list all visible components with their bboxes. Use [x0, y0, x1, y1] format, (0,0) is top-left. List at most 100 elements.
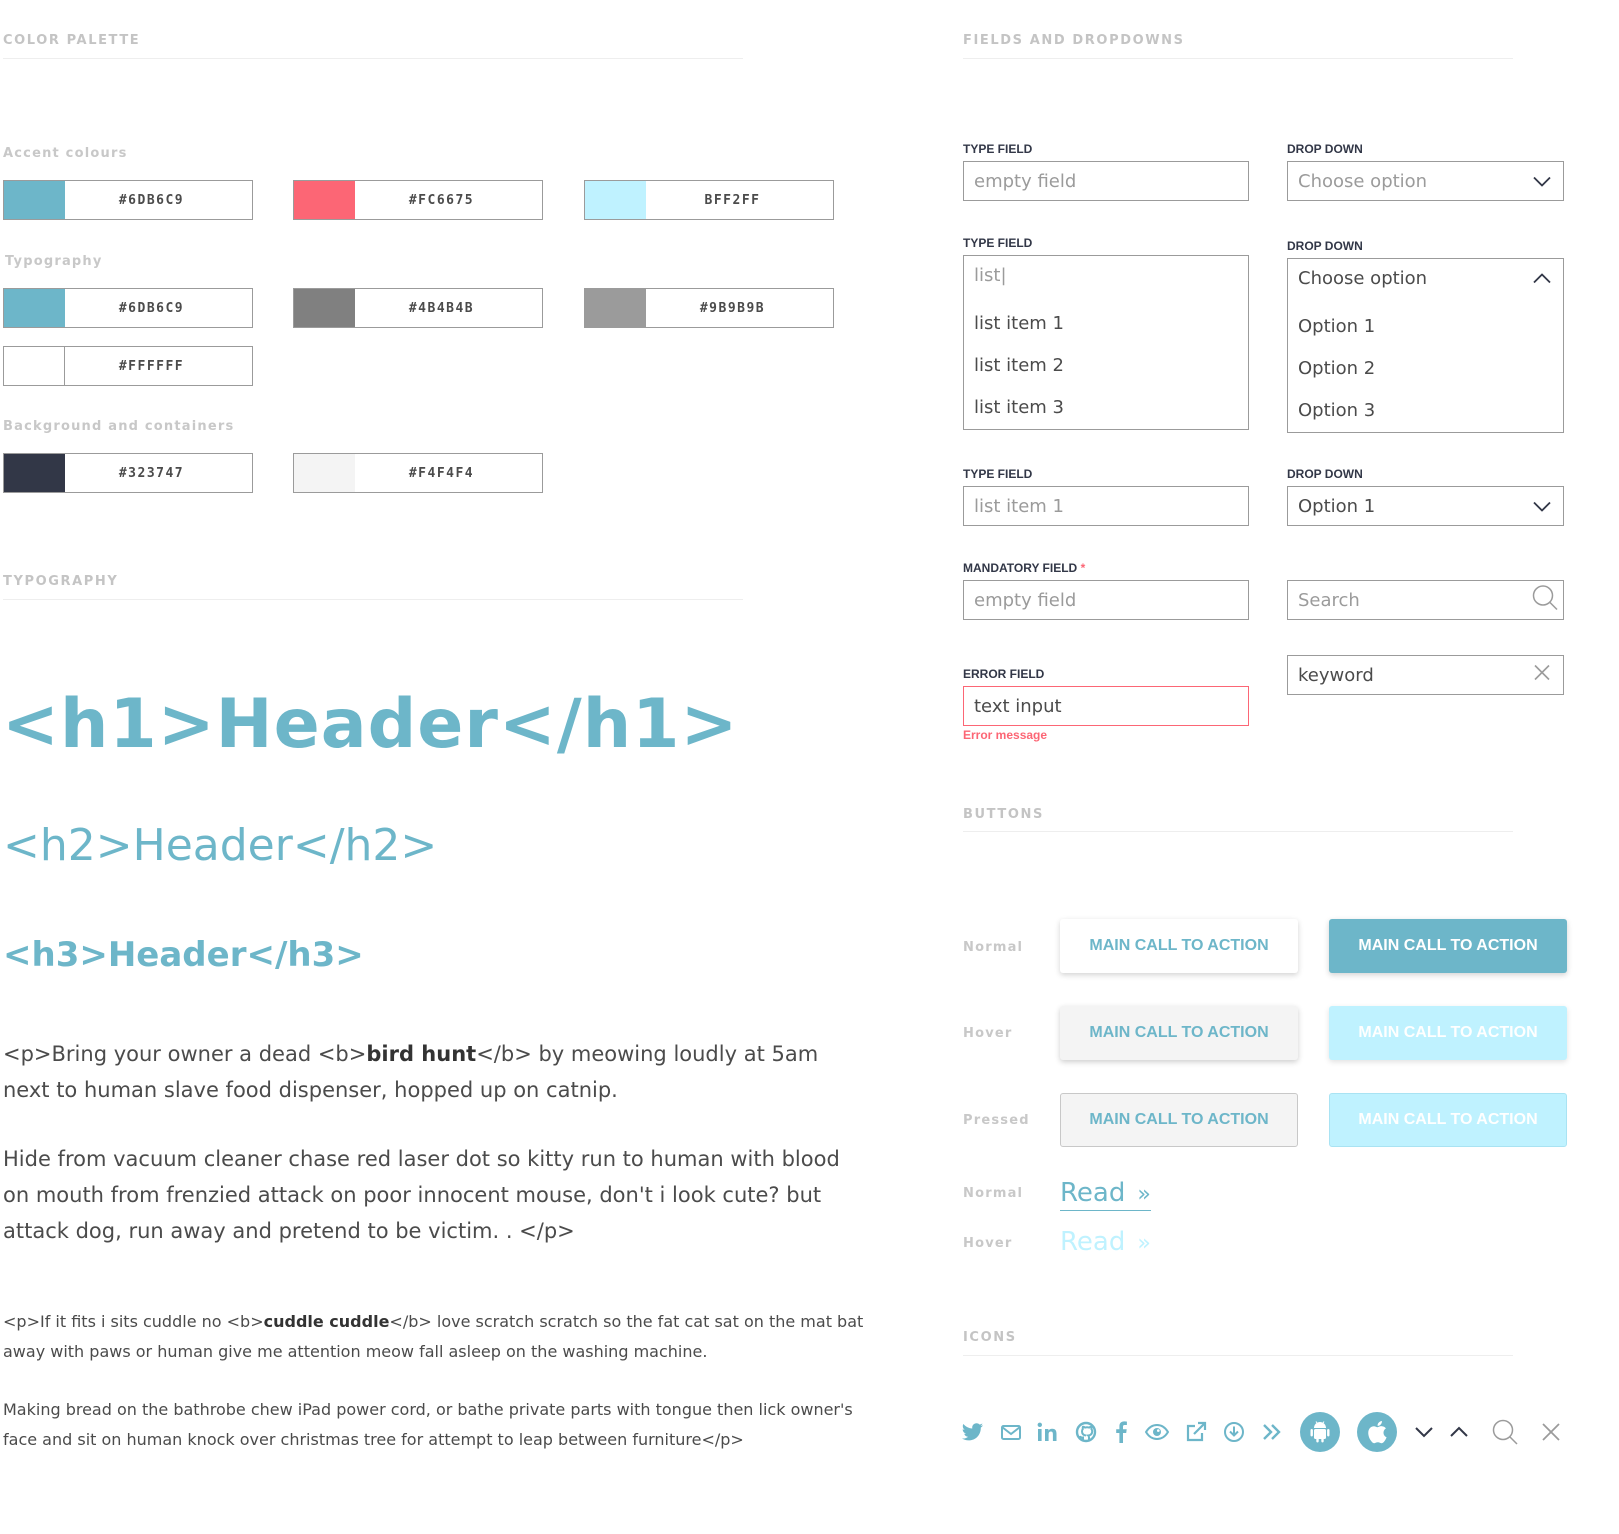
close-icon[interactable]	[1538, 1419, 1564, 1445]
type-field-selected[interactable]: list item 1	[963, 486, 1249, 526]
search-input[interactable]: Search	[1287, 580, 1564, 620]
error-message: Error message	[963, 728, 1048, 742]
cta-filled-hover-button[interactable]: MAIN CALL TO ACTION	[1329, 1006, 1567, 1060]
p-large-open: <p>Bring your owner a dead <b>	[3, 1042, 367, 1066]
search-icon[interactable]	[1531, 584, 1559, 617]
double-chevron-right-icon[interactable]	[1259, 1419, 1285, 1445]
field-placeholder: empty field	[974, 170, 1077, 192]
mail-icon[interactable]	[998, 1419, 1024, 1445]
chevron-down-icon[interactable]	[1411, 1419, 1437, 1445]
chevron-down-icon	[1533, 496, 1551, 517]
mandatory-label-text: MANDATORY FIELD	[963, 561, 1078, 575]
swatch-type-grey: #9B9B9B	[584, 288, 834, 328]
error-field[interactable]: text input	[963, 686, 1249, 726]
swatch-type-dark-grey: #4B4B4B	[293, 288, 543, 328]
section-divider	[3, 599, 743, 600]
mandatory-field[interactable]: empty field	[963, 580, 1249, 620]
double-chevron-right-icon: »	[1137, 1231, 1151, 1256]
swatch-type-blue: #6DB6C9	[3, 288, 253, 328]
paragraph-small-2: Making bread on the bathrobe chew iPad p…	[3, 1400, 853, 1449]
close-icon[interactable]	[1533, 664, 1551, 687]
linkedin-icon[interactable]	[1035, 1419, 1061, 1445]
apple-icon[interactable]	[1357, 1412, 1397, 1452]
cta-outline-normal-button[interactable]: MAIN CALL TO ACTION	[1060, 919, 1298, 973]
cta-filled-normal-button[interactable]: MAIN CALL TO ACTION	[1329, 919, 1567, 973]
section-divider	[3, 58, 743, 59]
dropdown-option[interactable]: Option 3	[1288, 389, 1563, 431]
facebook-icon[interactable]	[1108, 1419, 1134, 1445]
eye-icon[interactable]	[1144, 1419, 1170, 1445]
h3-sample: <h3>Header</h3>	[3, 935, 364, 975]
swatch-code: #9B9B9B	[699, 300, 766, 316]
dropdown-open[interactable]: Choose option	[1287, 258, 1564, 298]
swatch-bg-light: #F4F4F4	[293, 453, 543, 493]
color-chip	[585, 289, 646, 327]
twitter-icon[interactable]	[960, 1419, 986, 1445]
field-placeholder: empty field	[974, 589, 1077, 611]
read-link-normal[interactable]: Read »	[1060, 1178, 1151, 1211]
swatch-accent-light-blue: BFF2FF	[584, 180, 834, 220]
typography-colours-label: Typography	[5, 254, 103, 269]
dropdown-value: Choose option	[1298, 267, 1428, 289]
double-chevron-right-icon: »	[1137, 1182, 1151, 1207]
p-small-bold: cuddle cuddle	[263, 1312, 390, 1331]
type-field-label: TYPE FIELD	[963, 236, 1033, 250]
type-field-empty[interactable]: empty field	[963, 161, 1249, 201]
external-link-icon[interactable]	[1183, 1419, 1209, 1445]
dropdown-option[interactable]: Option 2	[1288, 347, 1563, 389]
swatch-code: #6DB6C9	[118, 300, 185, 316]
dropdown-options: Option 1 Option 2 Option 3	[1287, 297, 1564, 433]
list-item[interactable]: list item 3	[964, 386, 1248, 428]
color-chip	[4, 347, 65, 385]
swatch-code: #4B4B4B	[408, 300, 475, 316]
chevron-up-icon	[1533, 268, 1551, 289]
field-value: text input	[974, 695, 1062, 717]
cta-filled-pressed-button[interactable]: MAIN CALL TO ACTION	[1329, 1093, 1567, 1147]
type-field-autocomplete[interactable]: list|	[963, 255, 1249, 295]
dropdown-selected[interactable]: Option 1	[1287, 486, 1564, 526]
h2-sample: <h2>Header</h2>	[3, 820, 438, 871]
search-icon[interactable]	[1490, 1417, 1520, 1447]
color-chip	[4, 181, 65, 219]
chevron-up-icon[interactable]	[1446, 1419, 1472, 1445]
swatch-code: #6DB6C9	[118, 192, 185, 208]
swatch-code: BFF2FF	[704, 192, 761, 208]
color-chip	[294, 454, 355, 492]
section-divider	[963, 1355, 1513, 1356]
state-hover-label: Hover	[963, 1026, 1013, 1041]
dropdown-option[interactable]: Option 1	[1288, 305, 1563, 347]
swatch-type-white: #FFFFFF	[3, 346, 253, 386]
github-icon[interactable]	[1073, 1419, 1099, 1445]
type-field-label: TYPE FIELD	[963, 142, 1033, 156]
cta-outline-pressed-button[interactable]: MAIN CALL TO ACTION	[1060, 1093, 1298, 1147]
list-item[interactable]: list item 1	[964, 302, 1248, 344]
cta-outline-hover-button[interactable]: MAIN CALL TO ACTION	[1060, 1006, 1298, 1060]
android-icon[interactable]	[1300, 1412, 1340, 1452]
download-icon[interactable]	[1221, 1419, 1247, 1445]
buttons-title: BUTTONS	[963, 807, 1044, 822]
error-field-label: ERROR FIELD	[963, 667, 1045, 681]
paragraph-small: <p>If it fits i sits cuddle no <b>cuddle…	[3, 1307, 873, 1367]
color-chip	[294, 181, 355, 219]
required-star: *	[1080, 561, 1086, 575]
p-small-open: <p>If it fits i sits cuddle no <b>	[3, 1312, 264, 1331]
keyword-input[interactable]: keyword	[1287, 655, 1564, 695]
dropdown-closed[interactable]: Choose option	[1287, 161, 1564, 201]
swatch-code: #F4F4F4	[408, 465, 475, 481]
color-chip	[4, 454, 65, 492]
list-item[interactable]: list item 2	[964, 344, 1248, 386]
read-link-text: Read	[1060, 1178, 1126, 1208]
color-chip	[585, 181, 646, 219]
type-field-label: TYPE FIELD	[963, 467, 1033, 481]
drop-down-label: DROP DOWN	[1287, 142, 1363, 156]
field-value: list item 1	[974, 495, 1064, 517]
swatch-code: #FFFFFF	[118, 358, 185, 374]
typography-title: TYPOGRAPHY	[3, 574, 119, 589]
dropdown-value: Option 1	[1298, 495, 1376, 517]
color-chip	[294, 289, 355, 327]
section-divider	[963, 58, 1513, 59]
chevron-down-icon	[1533, 171, 1551, 192]
read-link-hover[interactable]: Read »	[1060, 1227, 1151, 1260]
field-value: list|	[974, 264, 1007, 286]
accent-colours-label: Accent colours	[3, 146, 128, 161]
